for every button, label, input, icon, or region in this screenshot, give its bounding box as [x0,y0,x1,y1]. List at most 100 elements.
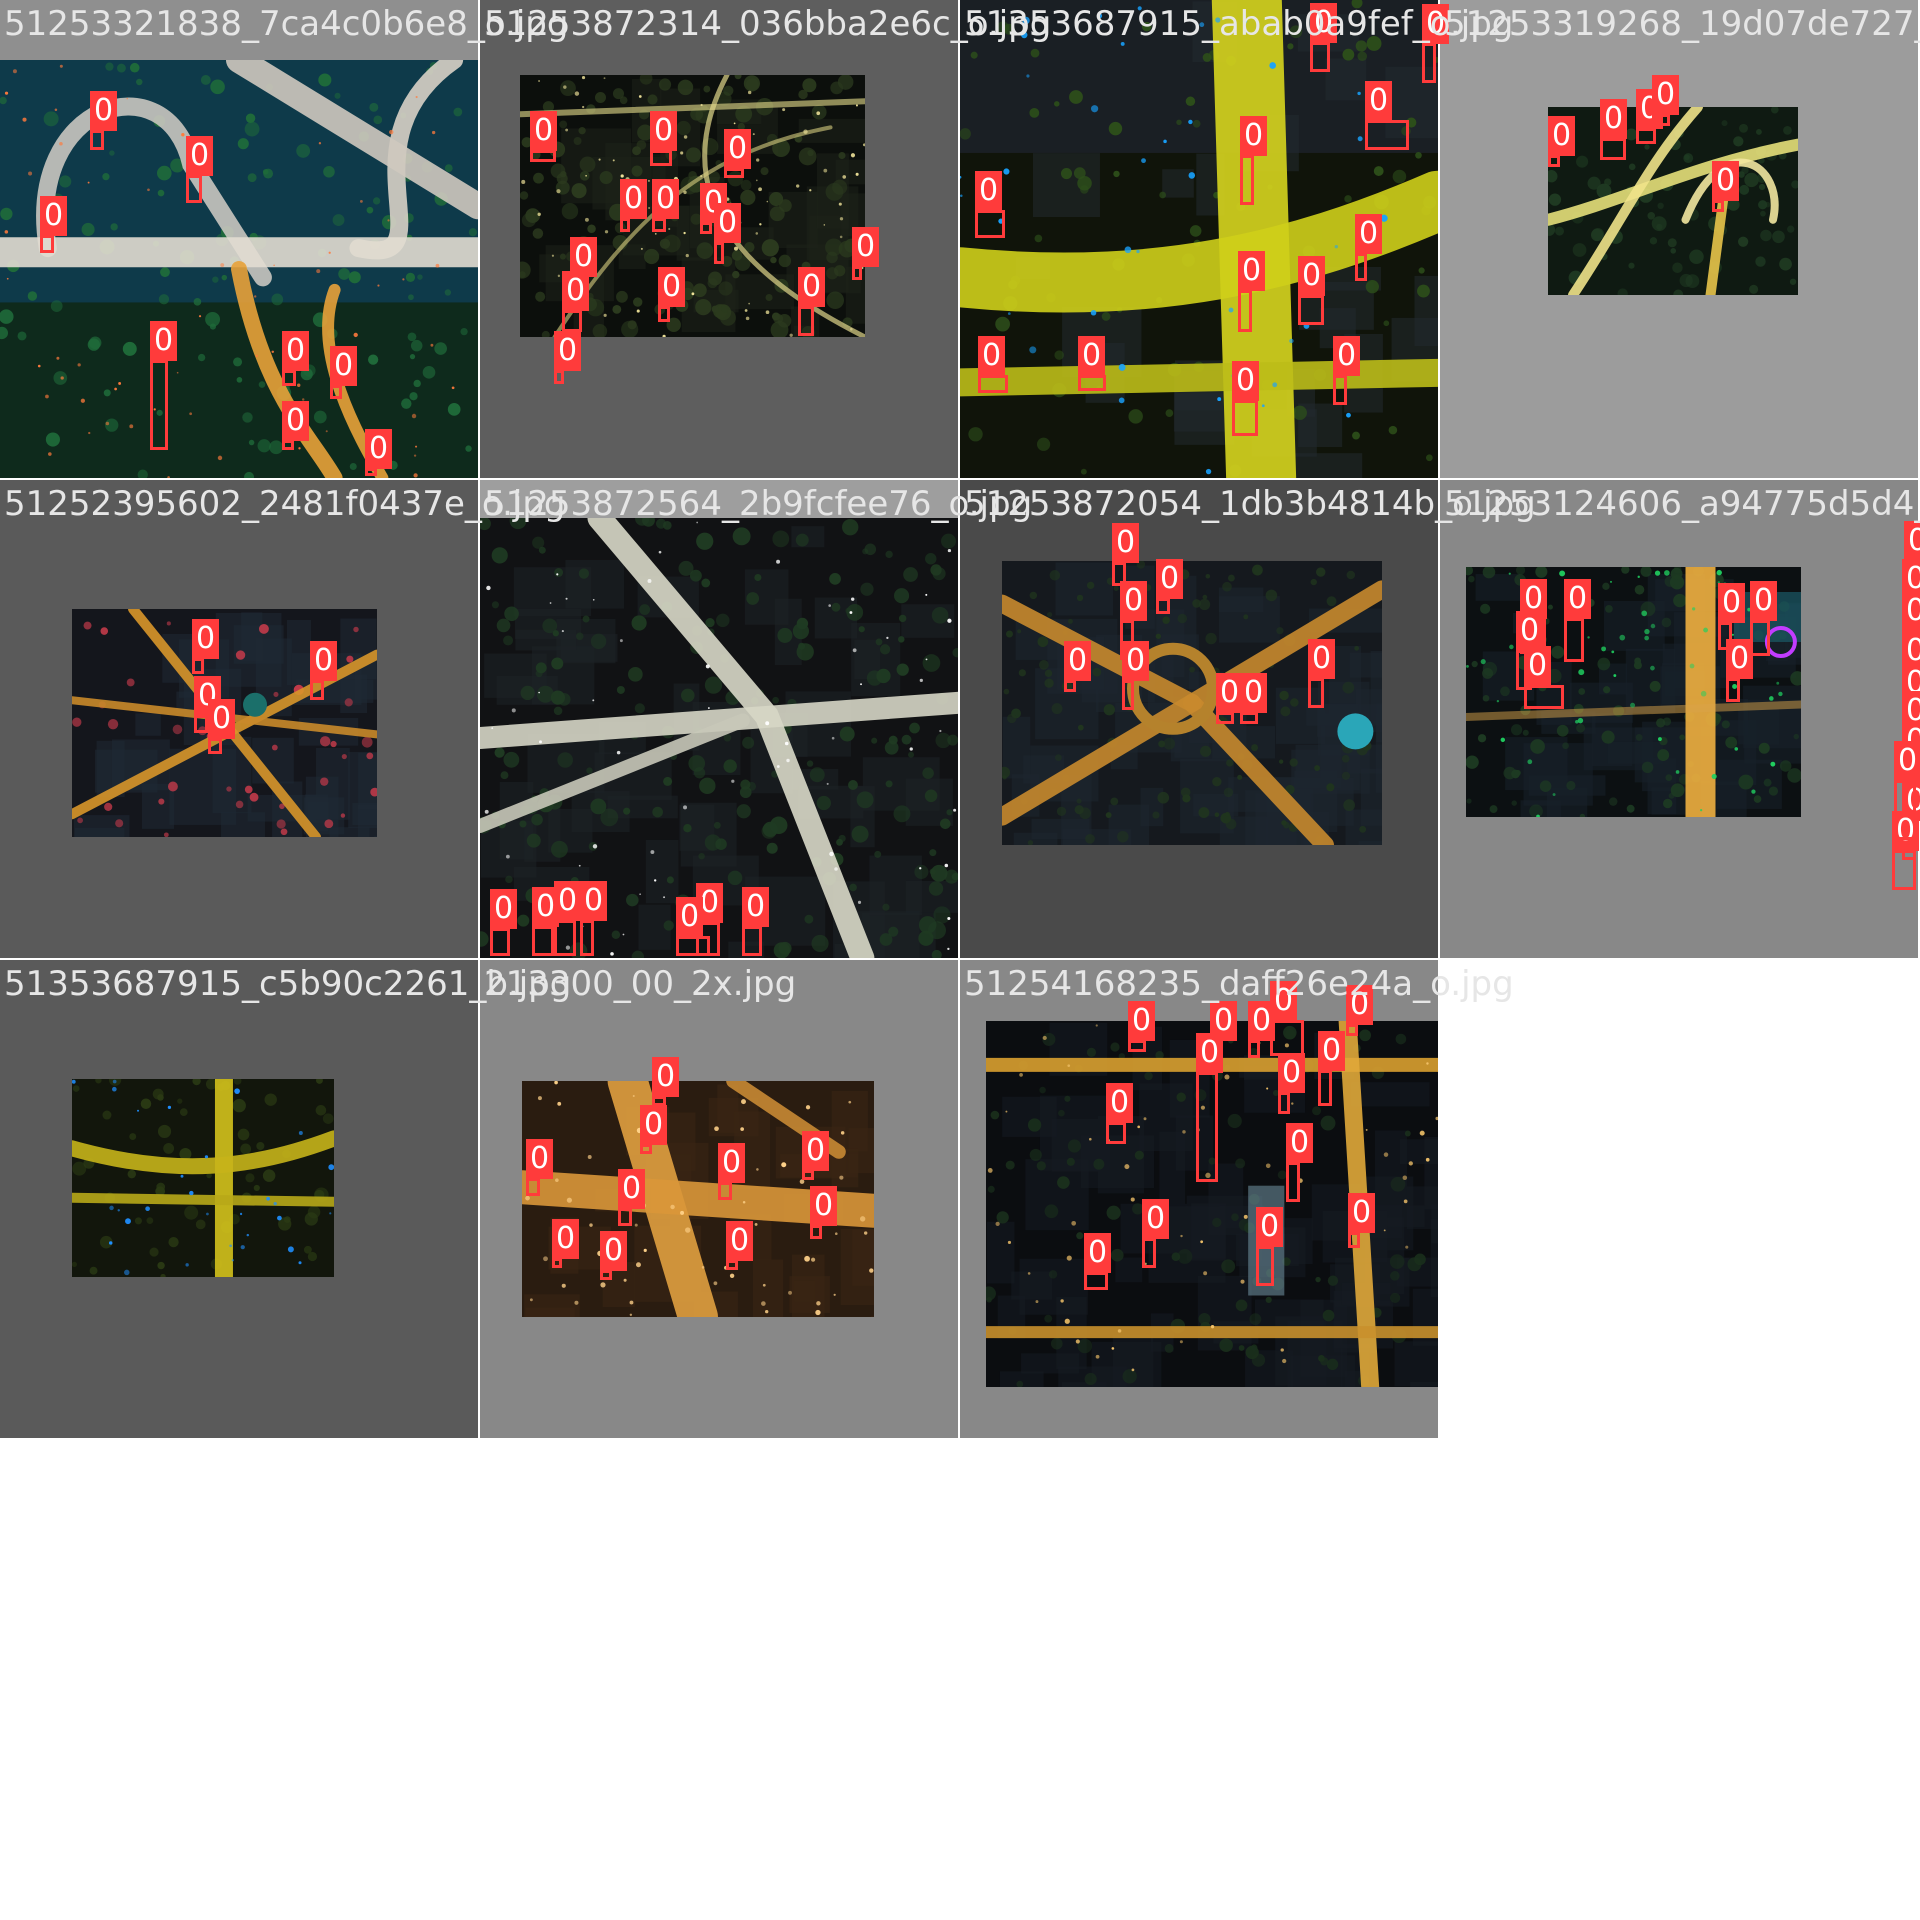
detection-box: 0 [192,619,220,674]
detection-box: 0 [852,227,880,280]
class-label: 0 [1348,1193,1376,1233]
class-label: 0 [562,271,590,311]
class-label: 0 [640,1105,668,1145]
detection-box: 0 [1355,214,1383,281]
class-label: 0 [718,1143,746,1183]
aerial-photo [72,1079,334,1277]
class-label: 0 [552,1219,580,1259]
detection-box: 0 [330,346,358,399]
image-tile: 0000051253319268_19d07de727_o.jpg [1440,0,1920,478]
detection-box: 0 [700,183,728,234]
detection-box: 0 [310,641,338,700]
class-label: 0 [620,179,648,219]
detection-box: 0 [490,889,518,956]
class-label: 0 [1142,1199,1170,1239]
detection-box: 0 [1240,116,1268,205]
image-tile: 0 0 0 0 0 0 0 0 0 0 0 0 51353687915_abab0a9fef_o.jpg [960,0,1513,478]
class-label: 0 [1156,559,1184,599]
class-label: 0 [1310,3,1338,43]
class-label: 0 [1726,639,1754,679]
image-tile: 0 0 0 0 0 0 0 0 0 0 213300_00_2x.jpg [480,960,958,1438]
detection-box: 0 [798,267,826,336]
detection-box: 0 [1238,251,1266,332]
class-label: 0 [1270,981,1298,1021]
image-tile: 0 0 0 0 51252395602_2481f0437e_o.jpg [0,480,566,958]
class-label: 0 [618,1169,646,1209]
class-label: 0 [150,321,178,361]
detection-box: 0 [718,1143,746,1200]
class-label: 0 [652,1057,680,1097]
class-label: 0 [650,111,678,151]
detection-box: 0 [1310,3,1338,72]
detection-box: 0 [1270,981,1304,1056]
class-label: 0 [726,1221,754,1261]
class-label: 0 [1750,581,1778,621]
class-label: 0 [330,346,358,386]
class-label: 0 [580,881,608,921]
detection-box: 0 [1084,1233,1112,1290]
class-label: 0 [208,699,236,739]
detection-box: 0 [532,887,560,956]
detection-grid: 0 0 0 0 0 0 0 0 51253321838_7ca4c0b6e8_o.jpg 0 0 0 0… [0,0,1920,1920]
aerial-photo [1548,107,1798,295]
detection-box: 0 [580,881,608,956]
class-label: 0 [526,1139,554,1179]
class-label: 0 [1120,581,1148,621]
class-label: 0 [1548,116,1576,156]
detection-box: 0 [1232,361,1260,436]
detection-box: 0 [1318,1031,1346,1106]
detection-box: 0 [618,1169,646,1226]
detection-box: 0 [1422,4,1450,83]
class-label: 0 [1516,611,1544,651]
class-label: 0 [186,136,214,176]
detection-box: 0 [978,336,1008,393]
class-label: 0 [282,401,310,441]
class-label: 0 [1346,985,1374,1025]
detection-box: 0 [552,1219,580,1268]
detection-box: 0 [802,1131,830,1180]
class-label: 0 [1355,214,1383,254]
class-label: 0 [1365,81,1393,121]
detection-box: 0 [714,203,742,264]
class-label: 0 [1232,361,1260,401]
detection-box: 0 [562,271,590,332]
image-tile: 51353687915_c5b90c2261_b.jpg [0,960,571,1438]
class-label: 0 [1064,641,1092,681]
detection-box: 0 [742,887,770,956]
detection-box: 0 [90,91,118,150]
detection-box: 0 [1196,1033,1224,1182]
class-label: 0 [1298,256,1326,296]
detection-box: 0 [1348,1193,1376,1248]
class-label: 0 [1564,579,1592,619]
class-label: 0 [310,641,338,681]
detection-box: 0 [975,171,1005,238]
class-label: 0 [1318,1031,1346,1071]
detection-box: 0 [1156,559,1184,614]
detection-box: 0 [1240,673,1268,724]
class-label: 0 [724,129,752,169]
class-label: 0 [554,331,582,371]
detection-box: 0 [652,179,680,232]
class-label: 0 [802,1131,830,1171]
class-label: 0 [600,1231,628,1271]
class-label: 0 [1238,251,1266,291]
detection-box: 0 [1365,81,1409,150]
detection-box: 0 [1248,1001,1276,1058]
class-label: 0 [742,887,770,927]
class-label: 0 [1902,591,1920,631]
detection-box: 0 [1524,646,1564,709]
detection-box: 0 [1142,1199,1170,1268]
class-label: 0 [714,203,742,243]
detection-box: 0 [1278,1053,1306,1114]
detection-box: 0 [282,401,310,450]
detection-box: 0 [1712,161,1740,212]
class-label: 0 [1712,161,1740,201]
image-tile: 0 0 0 0 0 0 0 51253872564_2b9fcfee76_o.jpg [480,480,1032,958]
detection-box: 0 [1564,579,1592,662]
aerial-photo [1002,561,1382,845]
class-label: 0 [1112,523,1140,563]
class-label: 0 [852,227,880,267]
detection-box: 0 [1078,336,1106,391]
class-label: 0 [1240,116,1268,156]
class-label: 0 [1122,641,1150,681]
